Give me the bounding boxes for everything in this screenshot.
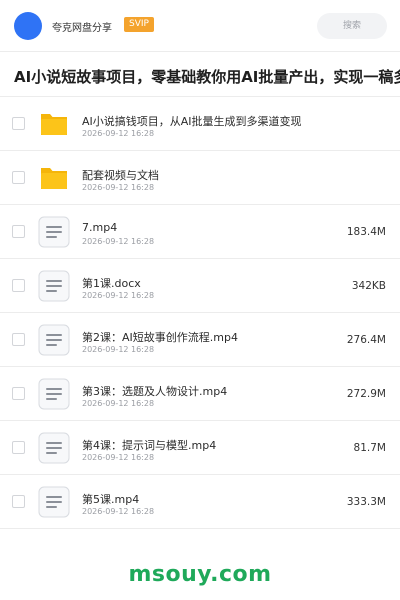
file-date: 2026-09-12 16:28 [82,453,155,462]
file-row[interactable]: 第3课：选题及人物设计.mp4 2026-09-12 16:28 272.9M [0,367,400,421]
file-name[interactable]: 第3课：选题及人物设计.mp4 [82,383,227,399]
search-input[interactable]: 搜索 [317,13,387,39]
row-checkbox[interactable] [12,117,25,130]
row-checkbox[interactable] [12,333,25,346]
document-icon [38,216,70,248]
file-size: 276.4M [346,334,386,346]
row-checkbox[interactable] [12,441,25,454]
row-checkbox[interactable] [12,225,25,238]
file-row[interactable]: 第2课：AI短故事创作流程.mp4 2026-09-12 16:28 276.4M [0,313,400,367]
folder-icon [38,162,70,194]
file-date: 2026-09-12 16:28 [82,237,155,246]
file-row[interactable]: 第4课：提示词与模型.mp4 2026-09-12 16:28 81.7M [0,421,400,475]
document-icon [38,270,70,302]
document-icon [38,486,70,518]
file-size: 272.9M [346,388,386,400]
file-size: 81.7M [353,442,386,454]
share-header: 夸克网盘分享 SVIP 搜索 [0,0,400,52]
folder-icon [38,108,70,140]
row-checkbox[interactable] [12,171,25,184]
file-name[interactable]: 配套视频与文档 [82,167,159,183]
file-date: 2026-09-12 16:28 [82,507,155,516]
file-row[interactable]: AI小说搞钱项目，从AI批量生成到多渠道变现 2026-09-12 16:28 [0,97,400,151]
file-date: 2026-09-12 16:28 [82,291,155,300]
document-icon [38,378,70,410]
file-name[interactable]: 第5课.mp4 [82,491,139,507]
file-date: 2026-09-12 16:28 [82,183,155,192]
file-list: AI小说搞钱项目，从AI批量生成到多渠道变现 2026-09-12 16:28 配套… [0,96,400,529]
file-size: 342KB [351,280,386,292]
document-icon [38,324,70,356]
file-date: 2026-09-12 16:28 [82,129,155,138]
document-icon [38,432,70,464]
file-row[interactable]: 第5课.mp4 2026-09-12 16:28 333.3M [0,475,400,529]
file-name[interactable]: 7.mp4 [82,221,117,234]
file-name[interactable]: 第1课.docx [82,275,141,291]
file-row[interactable]: 7.mp4 2026-09-12 16:28 183.4M [0,205,400,259]
file-row[interactable]: 配套视频与文档 2026-09-12 16:28 [0,151,400,205]
watermark: msouy.com [128,562,272,587]
avatar[interactable] [14,12,42,40]
svip-badge: SVIP [124,17,154,32]
page-title: AI小说短故事项目，零基础教你用AI批量产出，实现一稿多 [14,68,400,86]
file-size: 333.3M [346,496,386,508]
file-row[interactable]: 第1课.docx 2026-09-12 16:28 342KB [0,259,400,313]
file-date: 2026-09-12 16:28 [82,345,155,354]
file-date: 2026-09-12 16:28 [82,399,155,408]
sharer-name: 夸克网盘分享 [52,23,112,34]
file-name[interactable]: AI小说搞钱项目，从AI批量生成到多渠道变现 [82,113,302,129]
row-checkbox[interactable] [12,495,25,508]
row-checkbox[interactable] [12,279,25,292]
file-name[interactable]: 第2课：AI短故事创作流程.mp4 [82,329,238,345]
file-size: 183.4M [346,226,386,238]
file-name[interactable]: 第4课：提示词与模型.mp4 [82,437,216,453]
row-checkbox[interactable] [12,387,25,400]
